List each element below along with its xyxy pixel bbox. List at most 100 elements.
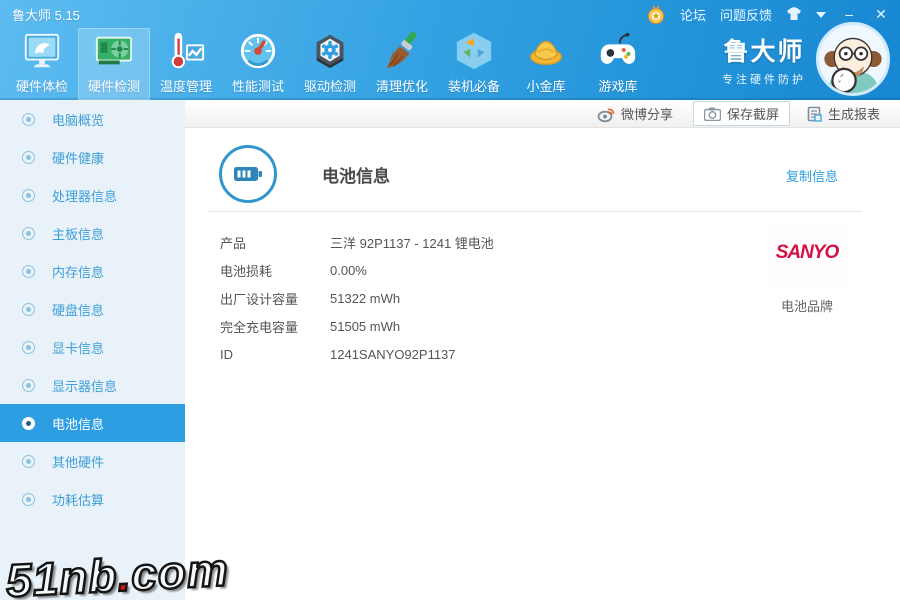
forum-link[interactable]: 论坛 xyxy=(680,5,706,24)
sidebar-item-other-hardware[interactable]: 其他硬件 xyxy=(0,442,185,480)
camera-icon xyxy=(704,107,721,121)
sidebar-item-label: 处理器信息 xyxy=(52,186,117,205)
thermometer-chart-icon xyxy=(164,30,208,72)
row-value: 三洋 92P1137 - 1241 锂电池 xyxy=(330,233,494,252)
brand-area: 鲁大师 专注硬件防护 xyxy=(722,22,890,96)
toolbar-tab-label: 硬件检测 xyxy=(88,76,140,95)
mascot-avatar xyxy=(816,22,890,96)
toolbar-tab-label: 清理优化 xyxy=(376,76,428,95)
row-value: 51322 mWh xyxy=(330,291,400,306)
table-row: 出厂设计容量 51322 mWh xyxy=(220,284,494,312)
app-window: 鲁大师 5.15 论坛 问题反馈 xyxy=(0,0,900,600)
main-content: 电池信息 复制信息 产品 三洋 92P1137 - 1241 锂电池 电池损耗 … xyxy=(185,128,900,600)
skin-icon[interactable] xyxy=(786,6,802,22)
speedometer-icon xyxy=(236,30,280,72)
sidebar-item-label: 硬件健康 xyxy=(52,148,104,167)
weibo-icon xyxy=(597,105,615,123)
sidebar-item-gpu-info[interactable]: 显卡信息 xyxy=(0,328,185,366)
table-row: 完全充电容量 51505 mWh xyxy=(220,312,494,340)
table-row: ID 1241SANYO92P1137 xyxy=(220,340,494,368)
radio-icon xyxy=(22,417,35,430)
gear-hexagon-icon xyxy=(308,30,352,72)
row-label: 产品 xyxy=(220,233,330,252)
toolbar-tab-label: 小金库 xyxy=(526,76,565,95)
sidebar-item-disk-info[interactable]: 硬盘信息 xyxy=(0,290,185,328)
battery-brand-box: SANYO 电池品牌 xyxy=(766,220,848,315)
sidebar-item-processor-info[interactable]: 处理器信息 xyxy=(0,176,185,214)
sidebar-item-label: 主板信息 xyxy=(52,224,104,243)
toolbar-tab-benchmark[interactable]: 性能测试 xyxy=(222,28,294,100)
monitor-radar-icon xyxy=(20,30,64,72)
sidebar-item-monitor-info[interactable]: 显示器信息 xyxy=(0,366,185,404)
dropdown-menu-icon[interactable] xyxy=(816,12,826,18)
brand-tagline: 专注硬件防护 xyxy=(722,71,806,87)
titlebar-actions: 论坛 问题反馈 – ✕ xyxy=(646,4,890,24)
sidebar-item-label: 内存信息 xyxy=(52,262,104,281)
toolbar-tab-label: 装机必备 xyxy=(448,76,500,95)
save-screenshot-button[interactable]: 保存截屏 xyxy=(693,101,790,126)
radio-icon xyxy=(22,303,35,316)
table-row: 产品 三洋 92P1137 - 1241 锂电池 xyxy=(220,228,494,256)
copy-info-link[interactable]: 复制信息 xyxy=(786,166,838,185)
medal-icon xyxy=(646,4,666,24)
gamepad-icon xyxy=(596,30,640,72)
row-value: 1241SANYO92P1137 xyxy=(330,347,456,362)
row-label: ID xyxy=(220,347,330,362)
watermark-suffix: com xyxy=(130,543,230,600)
toolbar-tab-label: 温度管理 xyxy=(160,76,212,95)
brand-text: 鲁大师 专注硬件防护 xyxy=(722,32,806,87)
sidebar-item-motherboard-info[interactable]: 主板信息 xyxy=(0,214,185,252)
feedback-link[interactable]: 问题反馈 xyxy=(720,5,772,24)
top-bar: 鲁大师 5.15 论坛 问题反馈 xyxy=(0,0,900,100)
sidebar-item-memory-info[interactable]: 内存信息 xyxy=(0,252,185,290)
generate-report-label: 生成报表 xyxy=(828,104,880,123)
radio-icon xyxy=(22,151,35,164)
toolbar-tab-driver[interactable]: 驱动检测 xyxy=(294,28,366,100)
radio-icon xyxy=(22,227,35,240)
gpu-card-icon xyxy=(92,30,136,72)
sidebar-item-hardware-health[interactable]: 硬件健康 xyxy=(0,138,185,176)
generate-report-button[interactable]: 生成报表 xyxy=(806,104,880,123)
battery-icon xyxy=(219,145,277,203)
sanyo-logo-text: SANYO xyxy=(776,242,839,264)
close-button[interactable]: ✕ xyxy=(872,6,890,23)
header-divider xyxy=(207,211,862,212)
sidebar-item-label: 功耗估算 xyxy=(52,490,104,509)
cube-icon xyxy=(452,30,496,72)
sidebar-item-power-estimate[interactable]: 功耗估算 xyxy=(0,480,185,518)
toolbar-tab-hardware-detect[interactable]: 硬件检测 xyxy=(78,28,150,100)
minimize-button[interactable]: – xyxy=(840,6,858,22)
toolbar-tab-wallet[interactable]: 小金库 xyxy=(510,28,582,100)
broom-icon xyxy=(380,30,424,72)
sidebar-item-label: 其他硬件 xyxy=(52,452,104,471)
toolbar-tab-hardware-exam[interactable]: 硬件体检 xyxy=(6,28,78,100)
report-icon xyxy=(806,106,822,122)
radio-icon xyxy=(22,341,35,354)
toolbar-tab-games[interactable]: 游戏库 xyxy=(582,28,654,100)
toolbar-tab-label: 驱动检测 xyxy=(304,76,356,95)
radio-icon xyxy=(22,189,35,202)
action-bar: 微博分享 保存截屏 生成报表 xyxy=(185,100,900,128)
toolbar-tab-label: 硬件体检 xyxy=(16,76,68,95)
battery-header: 电池信息 xyxy=(219,145,390,203)
toolbar-tab-label: 游戏库 xyxy=(598,76,637,95)
gold-ingot-icon xyxy=(524,30,568,72)
toolbar-tab-temperature[interactable]: 温度管理 xyxy=(150,28,222,100)
row-value: 0.00% xyxy=(330,263,367,278)
radio-icon xyxy=(22,265,35,278)
radio-icon xyxy=(22,493,35,506)
app-title: 鲁大师 5.15 xyxy=(12,5,80,24)
sidebar-item-label: 电脑概览 xyxy=(52,110,104,129)
row-label: 出厂设计容量 xyxy=(220,289,330,308)
radio-icon xyxy=(22,379,35,392)
sidebar-item-computer-overview[interactable]: 电脑概览 xyxy=(0,100,185,138)
watermark-prefix: 51nb xyxy=(5,549,119,600)
toolbar-tab-cleanup[interactable]: 清理优化 xyxy=(366,28,438,100)
toolbar-tab-essentials[interactable]: 装机必备 xyxy=(438,28,510,100)
sidebar-item-battery-info[interactable]: 电池信息 xyxy=(0,404,185,442)
main-toolbar: 硬件体检 硬件检测 xyxy=(6,28,654,100)
row-value: 51505 mWh xyxy=(330,319,400,334)
table-row: 电池损耗 0.00% xyxy=(220,256,494,284)
radio-icon xyxy=(22,113,35,126)
weibo-share-button[interactable]: 微博分享 xyxy=(597,104,673,123)
